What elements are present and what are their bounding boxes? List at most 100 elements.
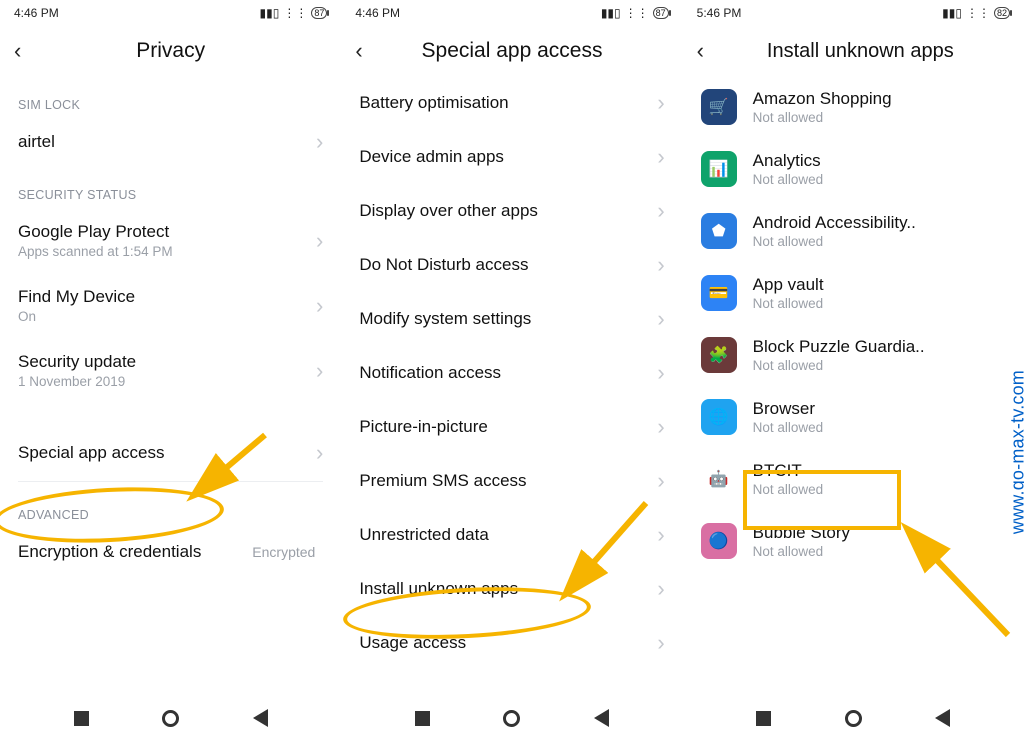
setting-label: Unrestricted data [359,525,657,545]
status-time: 4:46 PM [14,6,59,20]
setting-row[interactable]: Device admin apps› [341,130,682,184]
setting-row[interactable]: Notification access› [341,346,682,400]
page-title: Privacy [14,39,327,63]
app-row[interactable]: ⬟Android Accessibility..Not allowed [683,200,1024,262]
gpp-title: Google Play Protect [18,222,316,242]
app-list: 🛒Amazon ShoppingNot allowed📊AnalyticsNot… [683,76,1024,696]
setting-label: Usage access [359,633,657,653]
app-row[interactable]: 🧩Block Puzzle Guardia..Not allowed [683,324,1024,386]
setting-row[interactable]: Do Not Disturb access› [341,238,682,292]
wifi-icon: ⋮⋮ [625,6,649,20]
setting-label: Modify system settings [359,309,657,329]
status-icons: ▮▮▯ ⋮⋮ 82 [942,6,1010,20]
status-bar: 4:46 PM ▮▮▯ ⋮⋮ 87 [341,0,682,26]
sim-airtel-label: airtel [18,132,316,152]
app-name: Amazon Shopping [753,89,892,109]
signal-icon: ▮▮▯ [942,6,962,20]
navbar [0,696,341,740]
setting-row[interactable]: Display over other apps› [341,184,682,238]
page-header: ‹ Privacy [0,26,341,76]
google-play-protect-row[interactable]: Google Play Protect Apps scanned at 1:54… [0,208,341,273]
status-bar: 5:46 PM ▮▮▯ ⋮⋮ 82 [683,0,1024,26]
enc-title: Encryption & credentials [18,542,252,562]
setting-label: Notification access [359,363,657,383]
setting-row[interactable]: Picture-in-picture› [341,400,682,454]
nav-back-icon[interactable] [935,709,950,727]
screen-special-app-access: 4:46 PM ▮▮▯ ⋮⋮ 87 ‹ Special app access B… [341,0,682,740]
setting-row[interactable]: Modify system settings› [341,292,682,346]
section-advanced: ADVANCED [0,486,341,528]
navbar [341,696,682,740]
setting-label: Device admin apps [359,147,657,167]
status-icons: ▮▮▯ ⋮⋮ 87 [601,6,669,20]
screen-install-unknown-apps: 5:46 PM ▮▮▯ ⋮⋮ 82 ‹ Install unknown apps… [683,0,1024,740]
setting-label: Display over other apps [359,201,657,221]
app-icon: 🛒 [701,89,737,125]
setting-label: Battery optimisation [359,93,657,113]
app-row[interactable]: 🔵Bubble StoryNot allowed [683,510,1024,572]
special-app-access-row[interactable]: Special app access › [0,429,341,477]
app-name: BTCIT [753,461,824,481]
app-row[interactable]: 📊AnalyticsNot allowed [683,138,1024,200]
app-name: App vault [753,275,824,295]
setting-label: Do Not Disturb access [359,255,657,275]
app-status: Not allowed [753,420,824,435]
battery-icon: 87 [653,7,669,19]
secupd-title: Security update [18,352,316,372]
nav-overview-icon[interactable] [415,711,430,726]
nav-back-icon[interactable] [253,709,268,727]
nav-overview-icon[interactable] [74,711,89,726]
app-name: Bubble Story [753,523,850,543]
app-icon: 💳 [701,275,737,311]
app-status: Not allowed [753,110,892,125]
nav-overview-icon[interactable] [756,711,771,726]
app-row[interactable]: 🌐BrowserNot allowed [683,386,1024,448]
setting-row[interactable]: Premium SMS access› [341,454,682,508]
security-update-row[interactable]: Security update 1 November 2019 › [0,338,341,403]
encryption-row[interactable]: Encryption & credentials Encrypted [0,528,341,576]
nav-back-icon[interactable] [594,709,609,727]
nav-home-icon[interactable] [845,710,862,727]
watermark-text: www.go-max-tv.com [1008,370,1024,534]
battery-icon: 87 [311,7,327,19]
setting-row[interactable]: Install unknown apps› [341,562,682,616]
app-row[interactable]: 🤖 BTCITNot allowed [683,448,1024,510]
status-icons: ▮▮▯ ⋮⋮ 87 [260,6,328,20]
status-time: 5:46 PM [697,6,742,20]
app-status: Not allowed [753,544,850,559]
app-status: Not allowed [753,358,925,373]
app-icon: 🤖 [701,461,737,497]
settings-list: SIM LOCK airtel › SECURITY STATUS Google… [0,76,341,696]
app-row[interactable]: 💳 App vaultNot allowed [683,262,1024,324]
setting-row[interactable]: Usage access› [341,616,682,670]
signal-icon: ▮▮▯ [601,6,621,20]
app-name: Android Accessibility.. [753,213,916,233]
status-bar: 4:46 PM ▮▮▯ ⋮⋮ 87 [0,0,341,26]
setting-row[interactable]: Battery optimisation› [341,76,682,130]
page-title: Install unknown apps [711,40,1010,63]
find-my-device-row[interactable]: Find My Device On › [0,273,341,338]
page-header: ‹ Install unknown apps [683,26,1024,76]
app-status: Not allowed [753,296,824,311]
signal-icon: ▮▮▯ [260,6,280,20]
page-header: ‹ Special app access [341,26,682,76]
setting-row[interactable]: Unrestricted data› [341,508,682,562]
app-status: Not allowed [753,172,824,187]
sim-airtel-row[interactable]: airtel › [0,118,341,166]
setting-label: Premium SMS access [359,471,657,491]
app-name: Browser [753,399,824,419]
setting-label: Install unknown apps [359,579,657,599]
app-status: Not allowed [753,482,824,497]
app-status: Not allowed [753,234,916,249]
wifi-icon: ⋮⋮ [283,6,307,20]
page-title: Special app access [355,39,668,63]
app-row[interactable]: 🛒 Amazon ShoppingNot allowed [683,76,1024,138]
gpp-sub: Apps scanned at 1:54 PM [18,244,316,259]
nav-home-icon[interactable] [162,710,179,727]
app-icon: 🧩 [701,337,737,373]
secupd-sub: 1 November 2019 [18,374,316,389]
nav-home-icon[interactable] [503,710,520,727]
fmd-title: Find My Device [18,287,316,307]
app-icon: 📊 [701,151,737,187]
section-sim-lock: SIM LOCK [0,76,341,118]
